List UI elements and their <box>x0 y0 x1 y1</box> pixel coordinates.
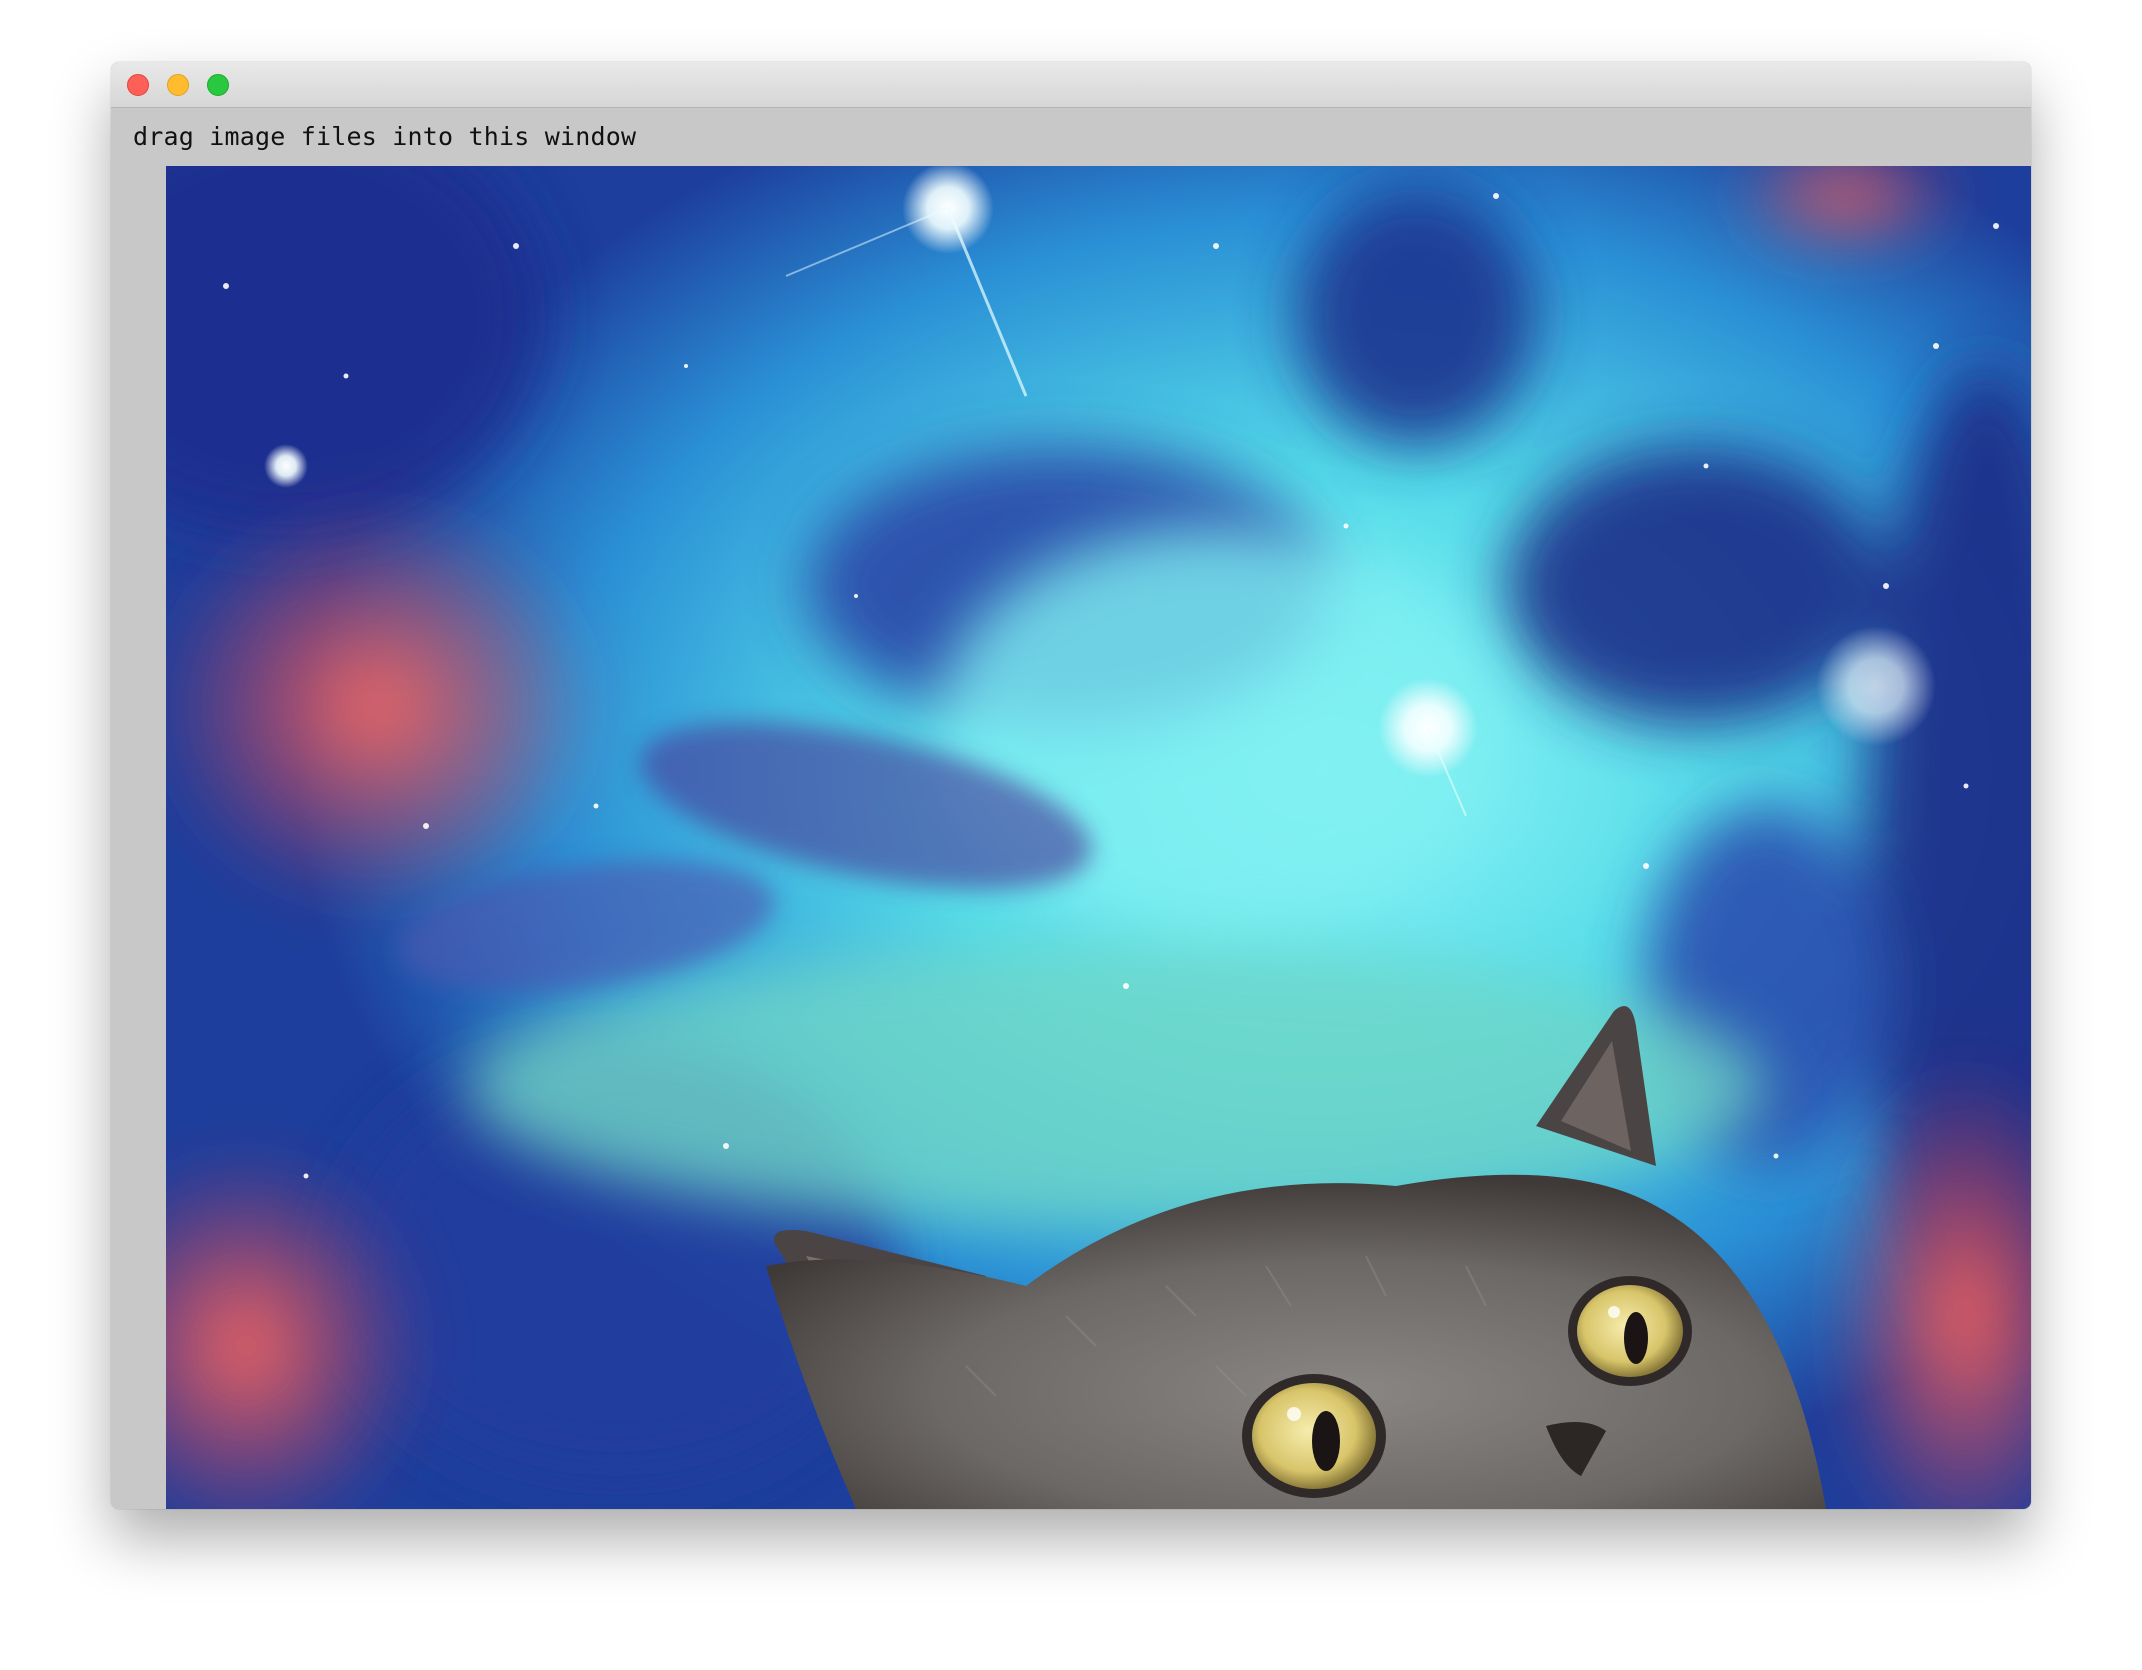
app-window: drag image files into this window <box>111 62 2031 1509</box>
drop-hint-text: drag image files into this window <box>133 122 637 151</box>
title-bar[interactable] <box>111 62 2031 108</box>
zoom-icon[interactable] <box>207 74 229 96</box>
close-icon[interactable] <box>127 74 149 96</box>
displayed-image <box>166 166 2031 1509</box>
drop-area[interactable]: drag image files into this window <box>111 108 2031 1509</box>
cat-space-image <box>166 166 2031 1509</box>
minimize-icon[interactable] <box>167 74 189 96</box>
